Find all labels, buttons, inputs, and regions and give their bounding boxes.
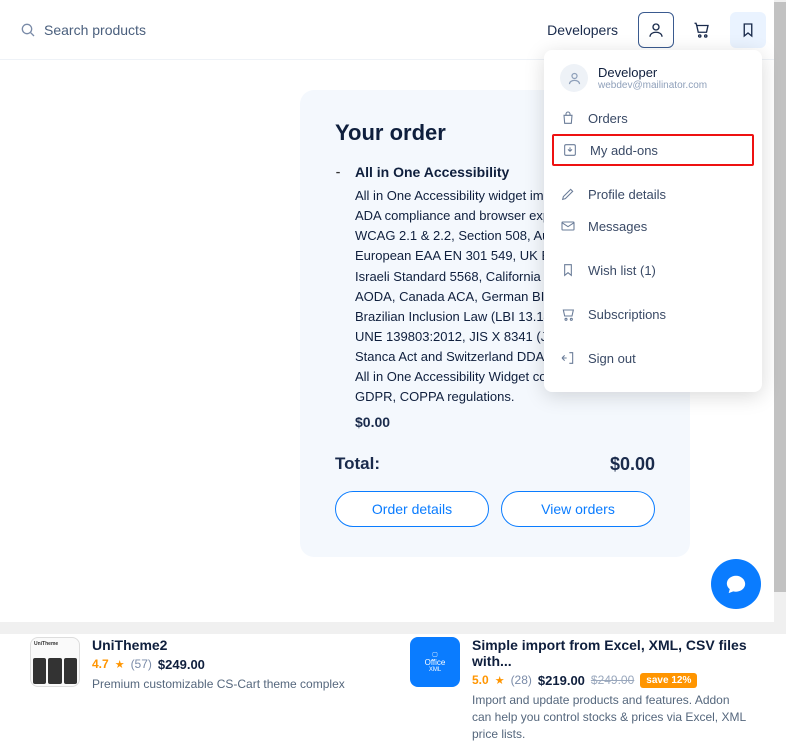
avatar: [560, 64, 588, 92]
user-button[interactable]: [638, 12, 674, 48]
chat-icon: [725, 573, 747, 595]
total-value: $0.00: [610, 454, 655, 475]
view-orders-button[interactable]: View orders: [501, 491, 655, 527]
dropdown-item-subscriptions[interactable]: Subscriptions: [544, 298, 762, 330]
star-icon: ★: [115, 658, 125, 671]
product-thumb-office: ▢ Office XML: [410, 637, 460, 687]
bookmark-icon: [560, 262, 576, 278]
dropdown-item-messages[interactable]: Messages: [544, 210, 762, 242]
bookmark-button[interactable]: [730, 12, 766, 48]
product-meta: 5.0 ★ (28) $219.00 $249.00 save 12%: [472, 673, 750, 688]
products-row: UniTheme UniTheme2 4.7 ★ (57) $249.00 Pr…: [0, 637, 786, 744]
order-details-button[interactable]: Order details: [335, 491, 489, 527]
pencil-icon: [560, 186, 576, 202]
cart-icon: [560, 306, 576, 322]
total-label: Total:: [335, 454, 380, 475]
dropdown-item-signout[interactable]: Sign out: [544, 342, 762, 374]
dropdown-item-orders[interactable]: Orders: [544, 102, 762, 134]
mail-icon: [560, 218, 576, 234]
total-row: Total: $0.00: [335, 454, 655, 475]
download-box-icon: [562, 142, 578, 158]
cart-icon: [693, 21, 711, 39]
product-thumb-unitheme: UniTheme: [30, 637, 80, 687]
star-icon: ★: [495, 674, 505, 687]
user-dropdown: Developer webdev@mailinator.com Orders M…: [544, 50, 762, 392]
product-meta: 4.7 ★ (57) $249.00: [92, 657, 370, 672]
dropdown-user: Developer webdev@mailinator.com: [544, 64, 762, 102]
save-badge: save 12%: [640, 673, 697, 688]
search-icon: [20, 22, 36, 38]
product-name: Simple import from Excel, XML, CSV files…: [472, 637, 750, 669]
dropdown-user-name: Developer: [598, 65, 707, 80]
item-price: $0.00: [355, 414, 655, 430]
horizontal-scrollbar[interactable]: [0, 622, 786, 634]
vertical-scrollbar[interactable]: [774, 0, 786, 622]
chat-button[interactable]: [711, 559, 761, 609]
dropdown-user-email: webdev@mailinator.com: [598, 80, 707, 91]
cart-button[interactable]: [684, 12, 720, 48]
dropdown-item-my-addons[interactable]: My add-ons: [552, 134, 754, 166]
bag-icon: [560, 110, 576, 126]
search-input[interactable]: [44, 22, 244, 38]
developers-link[interactable]: Developers: [547, 22, 618, 38]
user-icon: [567, 71, 582, 86]
dropdown-item-wishlist[interactable]: Wish list (1): [544, 254, 762, 286]
product-desc: Import and update products and features.…: [472, 692, 750, 744]
signout-icon: [560, 350, 576, 366]
bookmark-icon: [739, 21, 757, 39]
header-right: Developers: [547, 12, 766, 48]
product-card[interactable]: UniTheme UniTheme2 4.7 ★ (57) $249.00 Pr…: [30, 637, 370, 744]
dropdown-item-profile[interactable]: Profile details: [544, 178, 762, 210]
product-card[interactable]: ▢ Office XML Simple import from Excel, X…: [410, 637, 750, 744]
item-thumb: ⁃: [335, 166, 341, 430]
product-desc: Premium customizable CS-Cart theme compl…: [92, 676, 370, 693]
user-icon: [647, 21, 665, 39]
search-wrap: [20, 22, 547, 38]
product-name: UniTheme2: [92, 637, 370, 653]
